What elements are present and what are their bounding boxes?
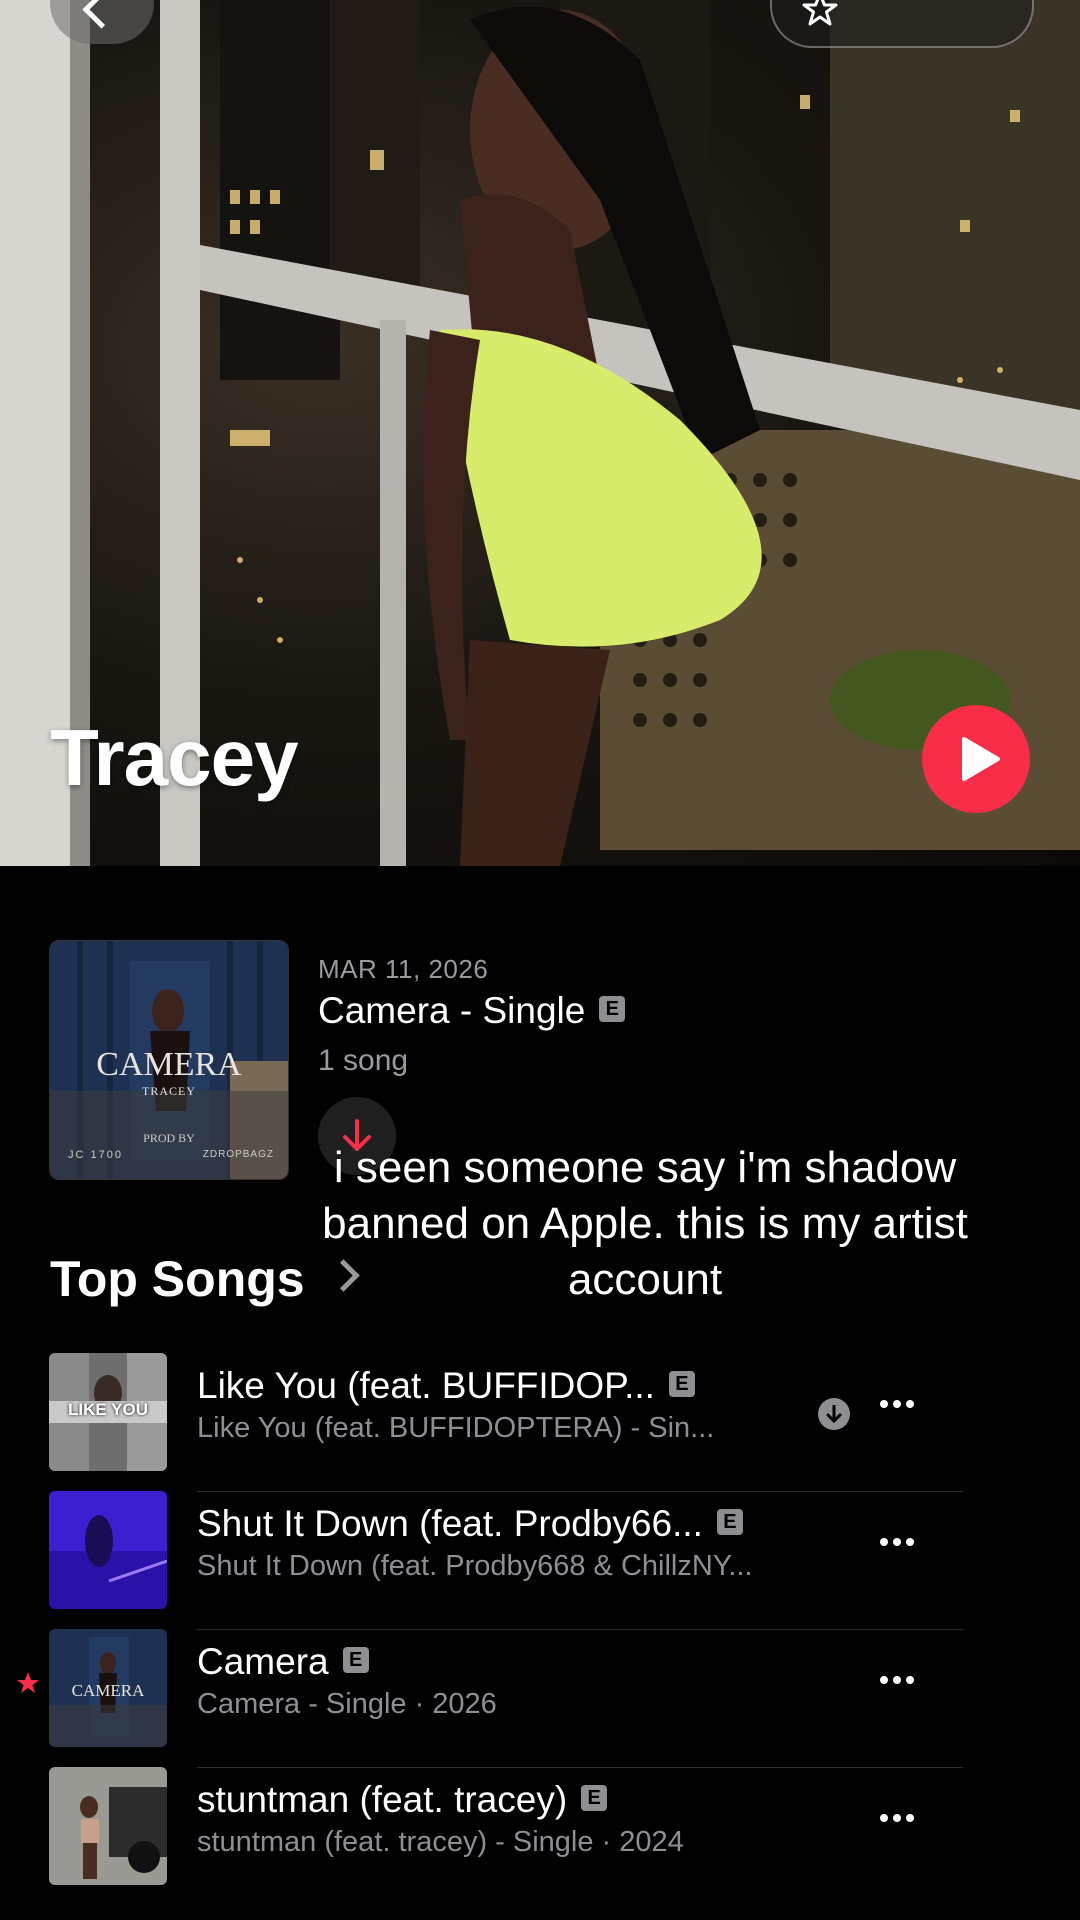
star-icon [802,0,838,26]
favorite-button[interactable] [770,0,1034,48]
latest-release-artwork[interactable]: CAMERA TRACEY PROD BY JC 1700 ZDROPBAGZ [49,940,289,1180]
album-cover-prod: PROD BY [143,1131,195,1145]
favorite-star-icon [17,1672,39,1693]
release-title-text: Camera - Single [318,990,586,1031]
song-row[interactable]: CAMERA Camera E Camera - Single · 2026 [0,1629,1080,1768]
song-title-text: Shut It Down (feat. Prodby66... [197,1503,703,1544]
explicit-badge: E [581,1785,608,1812]
artist-name: Tracey [50,713,299,802]
song-title-text: stuntman (feat. tracey) [197,1779,568,1820]
more-button[interactable] [880,1809,919,1827]
song-cover-label: CAMERA [71,1681,145,1700]
song-row[interactable]: LIKE YOU Like You (feat. BUFFIDOP... E Li… [0,1353,1080,1492]
song-subtitle: stuntman (feat. tracey) - Single · 2024 [197,1826,684,1858]
explicit-badge: E [668,1371,695,1398]
artist-hero: Tracey [0,0,1080,866]
song-artwork [49,1491,167,1609]
chevron-left-icon [82,0,121,29]
album-cover-right: ZDROPBAGZ [202,1149,274,1160]
song-subtitle: Camera - Single · 2026 [197,1688,497,1720]
release-song-count: 1 song [318,1044,409,1077]
explicit-badge: E [342,1647,369,1674]
ellipsis-icon [880,1676,888,1684]
ellipsis-icon [906,1814,914,1822]
song-artwork [49,1767,167,1885]
song-title-text: Camera [197,1641,329,1682]
album-cover-artist: TRACEY [142,1084,196,1098]
top-songs-heading[interactable]: Top Songs [50,1250,305,1308]
ellipsis-icon [893,1814,901,1822]
more-button[interactable] [880,1533,919,1551]
more-button[interactable] [880,1395,919,1413]
ellipsis-icon [880,1538,888,1546]
song-subtitle: Shut It Down (feat. Prodby668 & ChillzNY… [197,1550,753,1582]
album-cover-left: JC 1700 [68,1149,123,1161]
play-icon [962,737,1000,781]
ellipsis-icon [893,1676,901,1684]
ellipsis-icon [880,1814,888,1822]
ellipsis-icon [880,1400,888,1408]
play-button[interactable] [922,705,1030,813]
explicit-badge: E [599,996,626,1023]
arrow-down-icon [826,1405,842,1423]
song-cover-label: LIKE YOU [68,1400,148,1419]
song-artwork: CAMERA [49,1629,167,1747]
song-subtitle: Like You (feat. BUFFIDOPTERA) - Sin... [197,1412,715,1444]
song-cover [49,1491,167,1609]
release-title[interactable]: Camera - Single E [318,990,626,1032]
song-title: stuntman (feat. tracey) E [197,1779,608,1821]
overlay-caption: i seen someone say i'm shadow banned on … [322,1143,968,1304]
ellipsis-icon [906,1400,914,1408]
song-row[interactable]: Shut It Down (feat. Prodby66... E Shut It… [0,1491,1080,1630]
song-title: Shut It Down (feat. Prodby66... E [197,1503,743,1545]
ellipsis-icon [906,1676,914,1684]
downloaded-icon [818,1398,850,1430]
song-cover [49,1767,167,1885]
release-date: MAR 11, 2026 [318,954,489,984]
explicit-badge: E [716,1509,743,1536]
ellipsis-icon [893,1400,901,1408]
song-artwork: LIKE YOU [49,1353,167,1471]
song-title: Camera E [197,1641,369,1683]
more-button[interactable] [880,1671,919,1689]
song-title: Like You (feat. BUFFIDOP... E [197,1365,695,1407]
ellipsis-icon [893,1538,901,1546]
album-cover-title: CAMERA [96,1046,242,1083]
song-row[interactable]: stuntman (feat. tracey) E stuntman (feat.… [0,1767,1080,1905]
ellipsis-icon [906,1538,914,1546]
song-title-text: Like You (feat. BUFFIDOP... [197,1365,655,1406]
